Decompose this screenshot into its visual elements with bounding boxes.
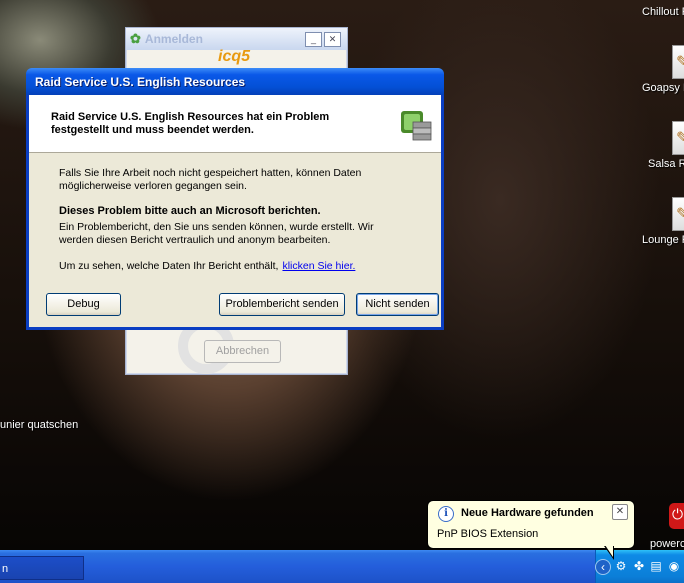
- taskbar: [0, 550, 684, 583]
- icq-logo: icq5: [218, 48, 251, 65]
- application-icon: [401, 111, 432, 141]
- shortcut-icon[interactable]: [672, 197, 684, 231]
- taskbar-button[interactable]: n: [0, 556, 84, 580]
- send-report-button[interactable]: Problembericht senden: [219, 293, 345, 316]
- data-loss-text: Falls Sie Ihre Arbeit noch nicht gespeic…: [59, 167, 362, 192]
- icq-window-title: Anmelden: [144, 32, 203, 46]
- error-report-dialog: Raid Service U.S. English Resources Raid…: [26, 68, 444, 330]
- minimize-button[interactable]: _: [305, 32, 322, 47]
- cancel-button[interactable]: Abbrechen: [204, 340, 281, 363]
- hardware-icon[interactable]: ⚙: [614, 559, 628, 573]
- power-icon[interactable]: [669, 503, 684, 529]
- info-icon: i: [438, 506, 454, 522]
- close-button[interactable]: ✕: [324, 32, 341, 47]
- volume-icon[interactable]: ◉: [667, 559, 681, 573]
- report-details-text: Um zu sehen, welche Daten Ihr Bericht en…: [59, 260, 355, 272]
- debug-button[interactable]: Debug: [46, 293, 121, 316]
- dont-send-button[interactable]: Nicht senden: [356, 293, 439, 316]
- report-heading: Dieses Problem bitte auch an Microsoft b…: [59, 205, 321, 217]
- dialog-title[interactable]: Raid Service U.S. English Resources: [26, 68, 444, 95]
- desktop-icon-label[interactable]: powerc: [650, 538, 684, 550]
- balloon-text: PnP BIOS Extension: [437, 528, 539, 540]
- report-details-prefix: Um zu sehen, welche Daten Ihr Bericht en…: [59, 260, 279, 272]
- click-here-link[interactable]: klicken Sie hier.: [282, 260, 355, 272]
- balloon-close-button[interactable]: ✕: [612, 504, 628, 520]
- dialog-header-text: Raid Service U.S. English Resources hat …: [51, 111, 330, 136]
- dialog-body: Raid Service U.S. English Resources hat …: [29, 95, 441, 327]
- shortcut-icon[interactable]: [672, 121, 684, 155]
- desktop-icon-label[interactable]: Salsa Ra: [648, 158, 684, 170]
- desktop-icon-label-left[interactable]: unier quatschen: [0, 419, 78, 431]
- tray-collapse-icon[interactable]: ‹: [595, 559, 611, 575]
- desktop-icon-label[interactable]: Lounge R: [642, 234, 684, 246]
- security-icon[interactable]: ▤: [649, 559, 663, 573]
- icq-flower-icon: ✿: [130, 31, 141, 46]
- shortcut-icon[interactable]: [672, 45, 684, 79]
- balloon-tail-fill: [605, 545, 613, 557]
- desktop-icon-label[interactable]: Chillout R: [642, 6, 684, 18]
- report-text: Ein Problembericht, den Sie uns senden k…: [59, 221, 374, 246]
- balloon-title: Neue Hardware gefunden: [461, 507, 594, 519]
- desktop-icon-label[interactable]: Goapsy R: [642, 82, 684, 94]
- dialog-header: Raid Service U.S. English Resources hat …: [29, 95, 441, 153]
- network-icon[interactable]: ✤: [632, 559, 646, 573]
